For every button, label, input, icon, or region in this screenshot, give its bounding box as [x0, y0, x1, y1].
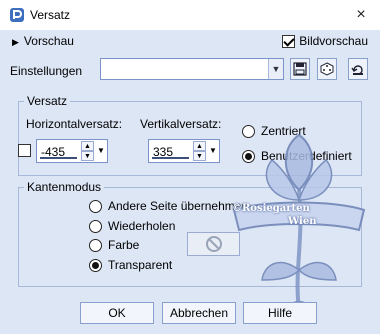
help-button[interactable]: Hilfe — [243, 302, 317, 324]
spin-up-icon[interactable]: ▲ — [81, 141, 94, 151]
radio-checked-icon — [89, 258, 102, 272]
ok-button[interactable]: OK — [80, 302, 154, 324]
edge-option-label: Farbe — [108, 238, 140, 252]
settings-label: Einstellungen — [10, 64, 83, 78]
radio-unchecked-icon — [89, 219, 102, 233]
reset-button[interactable] — [348, 58, 368, 80]
preview-toggle[interactable]: ▶ Vorschau — [12, 34, 74, 48]
image-preview-label: Bildvorschau — [299, 34, 368, 48]
reset-icon — [351, 65, 363, 75]
window-title: Versatz — [30, 8, 71, 22]
offset-dialog: Versatz × ▶ Vorschau Bildvorschau Einstel… — [0, 0, 380, 334]
edge-option-label: Wiederholen — [108, 219, 176, 233]
spin-arrows[interactable]: ▲ ▼ — [193, 141, 206, 161]
input-underline — [40, 157, 77, 159]
preview-label: Vorschau — [23, 34, 74, 48]
edge-option-transparent[interactable]: Transparent — [89, 258, 172, 272]
watermark-text-line1: ©Rosiegarten — [232, 203, 310, 214]
edge-mode-group-label: Kantenmodus — [24, 180, 105, 194]
offset-group-label: Versatz — [24, 94, 71, 108]
no-color-icon — [205, 236, 222, 252]
checkbox-checked-icon — [282, 34, 296, 48]
vertical-offset-input[interactable]: 335 ▲ ▼ ▼ — [148, 139, 220, 163]
chevron-down-icon[interactable]: ▼ — [95, 141, 107, 161]
expand-arrow-icon: ▶ — [12, 37, 19, 47]
spin-arrows[interactable]: ▲ ▼ — [81, 141, 94, 161]
radio-unchecked-icon — [89, 238, 102, 252]
save-icon — [293, 62, 307, 76]
edge-option-label: Transparent — [108, 258, 173, 272]
dice-icon — [320, 62, 334, 76]
horizontal-offset-input[interactable]: -435 ▲ ▼ ▼ — [36, 139, 108, 163]
cancel-button[interactable]: Abbrechen — [162, 302, 236, 324]
image-preview-checkbox[interactable]: Bildvorschau — [282, 34, 368, 48]
spin-down-icon[interactable]: ▼ — [193, 151, 206, 161]
input-underline — [152, 157, 189, 159]
close-button[interactable]: × — [350, 5, 372, 25]
spin-down-icon[interactable]: ▼ — [81, 151, 94, 161]
settings-combo[interactable]: ▼ — [100, 58, 284, 80]
chevron-down-icon[interactable]: ▼ — [207, 141, 219, 161]
chevron-down-icon[interactable]: ▼ — [268, 59, 283, 79]
radio-unchecked-icon — [89, 199, 102, 213]
watermark-text-line2: Wien — [288, 216, 317, 227]
save-preset-button[interactable] — [290, 58, 310, 80]
link-checkbox[interactable] — [18, 144, 31, 157]
edge-option-repeat[interactable]: Wiederholen — [89, 219, 175, 233]
title-bar: Versatz × — [0, 0, 380, 30]
randomize-button[interactable] — [317, 58, 337, 80]
horizontal-offset-label: Horizontalversatz: — [26, 117, 123, 131]
spin-up-icon[interactable]: ▲ — [193, 141, 206, 151]
app-icon — [10, 8, 24, 22]
vertical-offset-label: Vertikalversatz: — [140, 117, 222, 131]
edge-option-color[interactable]: Farbe — [89, 238, 139, 252]
